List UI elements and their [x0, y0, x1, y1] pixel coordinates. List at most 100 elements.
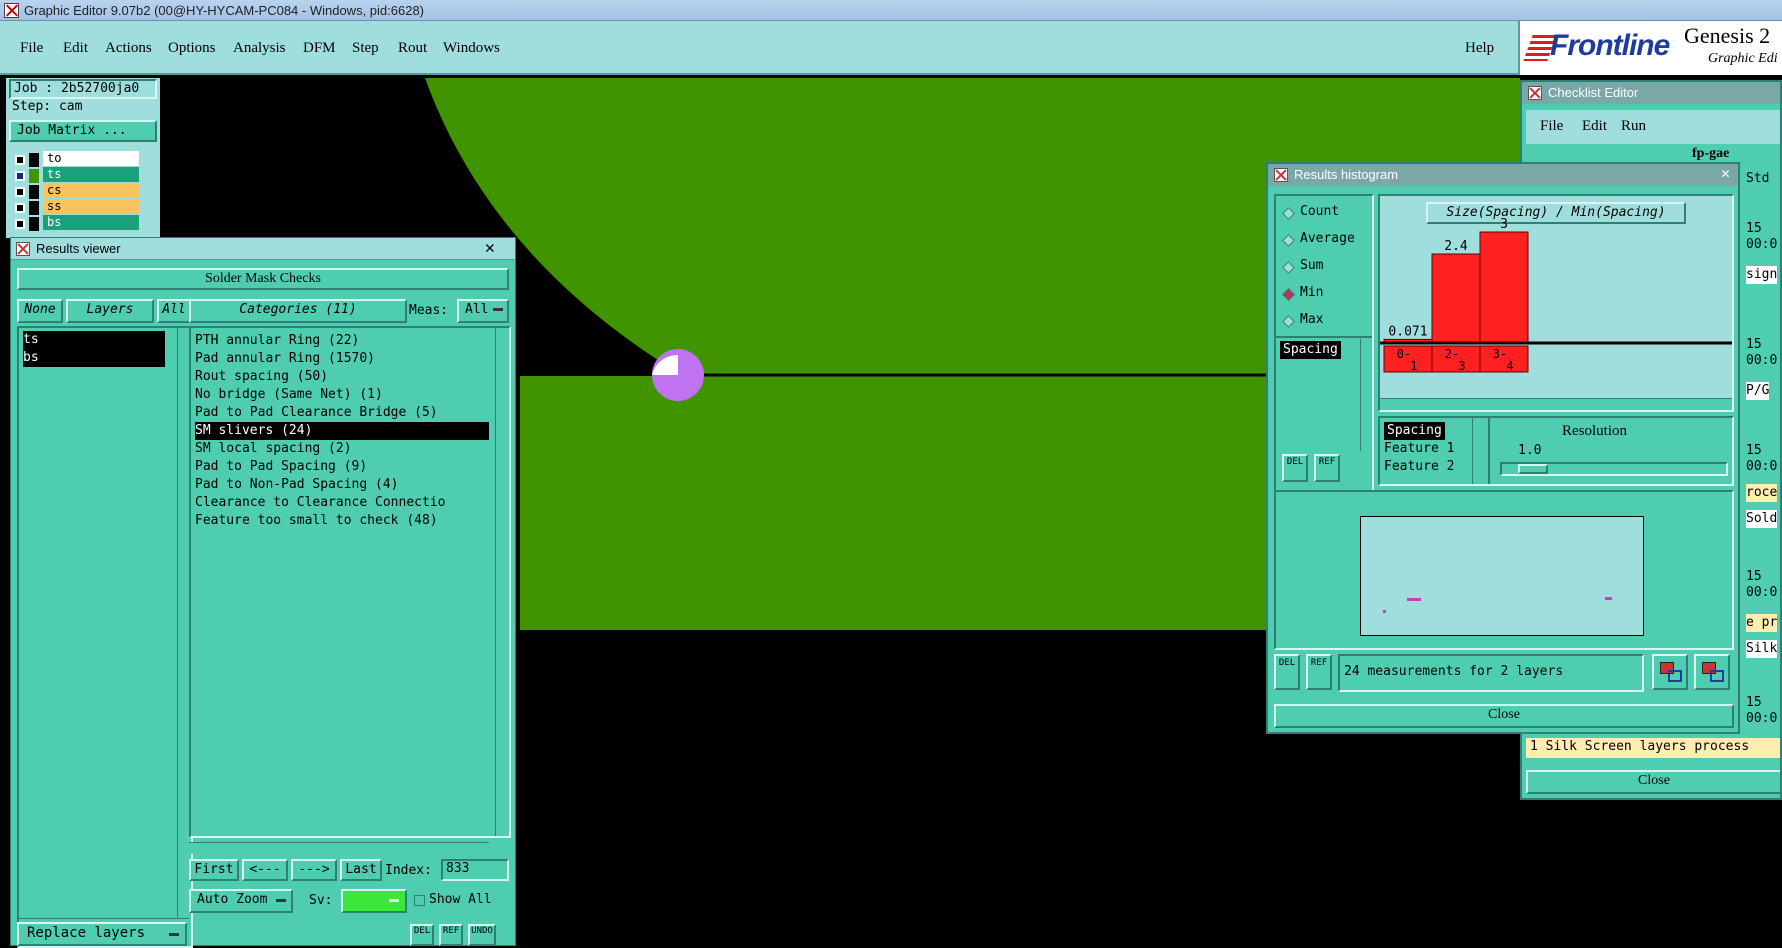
del-button[interactable]: DEL [1274, 654, 1300, 690]
checklist-cell: P/G [1746, 382, 1770, 400]
category-row[interactable]: Pad to Pad Spacing (9) [195, 458, 367, 476]
histogram-bar[interactable] [1383, 338, 1433, 343]
category-row[interactable]: PTH annular Ring (22) [195, 332, 359, 350]
layer-item[interactable]: ss [43, 199, 139, 214]
zoom-in-icon[interactable] [1652, 654, 1688, 690]
close-icon[interactable] [1528, 86, 1542, 100]
mode-radio-sum[interactable] [1282, 261, 1295, 274]
meas-dropdown[interactable]: All [457, 299, 509, 323]
ref-label: REF [442, 926, 460, 936]
checklist-menu-run[interactable]: Run [1621, 117, 1646, 135]
show-all-checkbox[interactable] [414, 895, 425, 906]
field-selected[interactable]: Spacing [1384, 422, 1445, 440]
first-button[interactable]: First [189, 859, 239, 881]
category-row[interactable]: Pad to Pad Clearance Bridge (5) [195, 404, 438, 422]
layer-checkbox[interactable] [15, 171, 25, 181]
replace-layers-dropdown[interactable]: Replace layers [17, 922, 187, 946]
histogram-bar[interactable] [1431, 253, 1481, 343]
categories-hscrollbar[interactable] [189, 842, 489, 854]
auto-zoom-label: Auto Zoom [197, 892, 268, 907]
menu-file[interactable]: File [20, 40, 43, 57]
solder-mask-checks-header[interactable]: Solder Mask Checks [17, 268, 509, 290]
mode-radio-min[interactable] [1282, 288, 1295, 301]
close-icon[interactable] [1274, 168, 1288, 182]
category-row[interactable]: No bridge (Same Net) (1) [195, 386, 383, 404]
ref-button[interactable]: REF [1306, 654, 1332, 690]
category-label: 1 [1410, 359, 1417, 373]
checklist-title: Checklist Editor [1548, 85, 1639, 100]
layer-item[interactable]: bs [43, 215, 139, 230]
category-row[interactable]: Pad annular Ring (1570) [195, 350, 375, 368]
menu-options[interactable]: Options [168, 40, 216, 57]
job-matrix-button[interactable]: Job Matrix ... [9, 120, 157, 142]
layer-checkbox[interactable] [15, 155, 25, 165]
field-row[interactable]: Feature 1 [1384, 440, 1454, 458]
layer-item[interactable]: to [43, 151, 139, 166]
zoom-out-icon[interactable] [1694, 654, 1730, 690]
category-row-selected[interactable]: SM slivers (24) [195, 422, 489, 440]
menu-step[interactable]: Step [352, 40, 379, 57]
menu-help[interactable]: Help [1465, 40, 1494, 57]
mode-radio-max[interactable] [1282, 315, 1295, 328]
layer-row-ts[interactable]: ts [23, 331, 165, 349]
checklist-close-button[interactable]: Close [1526, 770, 1780, 794]
checklist-menu-edit[interactable]: Edit [1582, 117, 1607, 135]
none-button[interactable]: None [17, 299, 63, 323]
previous-button[interactable]: <--- [242, 859, 288, 881]
layers-button[interactable]: Layers [66, 299, 154, 323]
histogram-bar[interactable] [1479, 231, 1529, 343]
measurements-status: 24 measurements for 2 layers [1338, 654, 1644, 692]
field-row[interactable]: Feature 2 [1384, 458, 1454, 476]
menu-windows[interactable]: Windows [443, 40, 500, 57]
categories-scrollbar[interactable] [495, 328, 507, 836]
window-close-icon[interactable]: ✕ [1721, 164, 1730, 182]
index-input[interactable]: 833 [441, 859, 509, 881]
fields-scrollbar[interactable] [1472, 418, 1484, 484]
menu-actions[interactable]: Actions [105, 40, 152, 57]
category-row[interactable]: Pad to Non-Pad Spacing (4) [195, 476, 399, 494]
metric-selected[interactable]: Spacing [1280, 341, 1341, 359]
mode-radio-average[interactable] [1282, 234, 1295, 247]
sv-color-dropdown[interactable] [341, 889, 407, 913]
product-name: Genesis 2 [1684, 23, 1771, 48]
ref-label: REF [1310, 658, 1328, 668]
ref-button[interactable]: REF [439, 924, 463, 946]
resolution-slider-handle[interactable] [1518, 464, 1548, 474]
categories-button[interactable]: Categories (11) [189, 299, 407, 323]
category-row[interactable]: Clearance to Clearance Connectio [195, 494, 489, 512]
layer-item[interactable]: ts [43, 167, 139, 182]
histogram-bars: 0.0710-12.42-333-4 [1380, 217, 1732, 373]
del-button[interactable]: DEL [410, 924, 434, 946]
layer-checkbox[interactable] [15, 187, 25, 197]
checklist-status: 1 Silk Screen layers process [1526, 738, 1780, 758]
ref-button[interactable]: REF [1314, 454, 1340, 482]
metric-scrollbar[interactable] [1360, 339, 1372, 451]
close-icon[interactable] [16, 242, 30, 256]
menu-analysis[interactable]: Analysis [233, 40, 286, 57]
resolution-slider[interactable] [1500, 462, 1728, 476]
mode-radio-count[interactable] [1282, 207, 1295, 220]
layer-row-bs[interactable]: bs [23, 349, 165, 367]
menu-edit[interactable]: Edit [63, 40, 88, 57]
layers-scrollbar[interactable] [177, 328, 189, 918]
category-row[interactable]: Feature too small to check (48) [195, 512, 438, 530]
histogram-close-button[interactable]: Close [1274, 704, 1734, 728]
undo-button[interactable]: UNDO [468, 924, 496, 946]
layer-item[interactable]: cs [43, 183, 139, 198]
checklist-menu-file[interactable]: File [1540, 117, 1563, 135]
layer-checkbox[interactable] [15, 219, 25, 229]
categories-list: PTH annular Ring (22) Pad annular Ring (… [189, 326, 511, 838]
last-button[interactable]: Last [340, 859, 382, 881]
layer-checkbox[interactable] [15, 203, 25, 213]
category-row[interactable]: Rout spacing (50) [195, 368, 328, 386]
window-close-icon[interactable]: ✕ [485, 238, 495, 258]
category-row[interactable]: SM local spacing (2) [195, 440, 352, 458]
del-label: DEL [1278, 658, 1296, 668]
del-button[interactable]: DEL [1282, 454, 1308, 482]
all-button[interactable]: All [157, 299, 191, 323]
menu-rout[interactable]: Rout [398, 40, 427, 57]
next-button[interactable]: ---> [291, 859, 337, 881]
menu-dfm[interactable]: DFM [303, 40, 336, 57]
auto-zoom-dropdown[interactable]: Auto Zoom [189, 889, 293, 913]
histogram-hscrollbar[interactable] [1380, 398, 1732, 410]
